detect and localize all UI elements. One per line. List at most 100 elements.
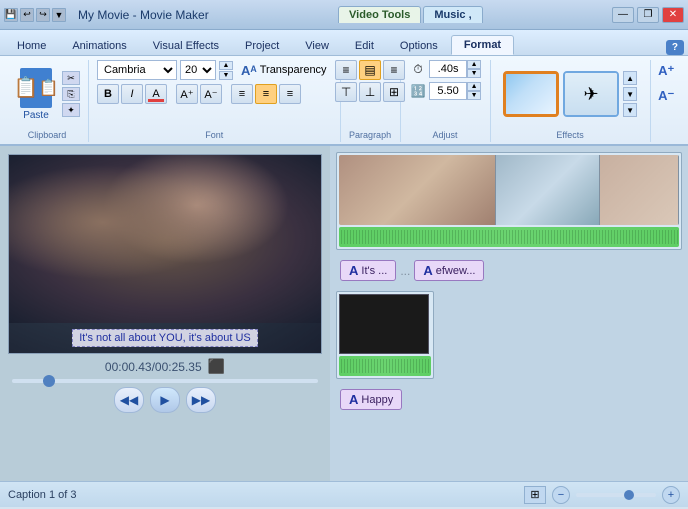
window-title: My Movie - Movie Maker — [78, 8, 209, 22]
val-up-arrow[interactable]: ▲ — [467, 82, 481, 91]
film-frame-1 — [339, 155, 496, 225]
caption-block-3[interactable]: A Happy — [340, 389, 402, 410]
caption-block-2[interactable]: A efwew... — [414, 260, 484, 281]
copy-icon[interactable]: ⎘ — [62, 87, 80, 101]
zoom-slider[interactable] — [576, 493, 656, 497]
video-image — [9, 155, 321, 323]
font-size-down[interactable]: ▼ — [219, 71, 233, 80]
restore-button[interactable]: ❐ — [637, 7, 659, 23]
prev-frame-button[interactable]: ◀◀ — [114, 387, 144, 413]
tab-options[interactable]: Options — [387, 36, 451, 55]
font-size-up[interactable]: ▲ — [219, 61, 233, 70]
redo-btn[interactable]: ↪ — [36, 8, 50, 22]
video-caption: It's not all about YOU, it's about US — [72, 329, 258, 347]
align-left-btn[interactable]: ≡ — [231, 84, 253, 104]
time-down-arrow[interactable]: ▼ — [467, 69, 481, 78]
adjust-row1: ⏱ ▲ ▼ — [409, 60, 481, 78]
align-right-btn[interactable]: ≡ — [279, 84, 301, 104]
strip-row-2 — [336, 291, 682, 379]
para-btn1[interactable]: ≡ — [335, 60, 357, 80]
tab-view[interactable]: View — [292, 36, 342, 55]
tab-project[interactable]: Project — [232, 36, 292, 55]
para-btn5[interactable]: ⊥ — [359, 82, 381, 102]
para-btn2[interactable]: ▤ — [359, 60, 381, 80]
caption-a-icon-1: A — [349, 263, 358, 278]
cut-icon[interactable]: ✂ — [62, 71, 80, 85]
time-up-arrow[interactable]: ▲ — [467, 60, 481, 69]
tab-music[interactable]: Music , — [423, 6, 482, 23]
para-btn4[interactable]: ⊤ — [335, 82, 357, 102]
font-color-btn[interactable]: A — [145, 84, 167, 104]
effects-scroll-down[interactable]: ▼ — [623, 103, 637, 117]
text-shrink-btn[interactable]: A⁻ — [653, 85, 679, 107]
caption-ellipsis: ... — [400, 264, 410, 278]
paste-icon: 📋 — [20, 68, 52, 108]
titlebar: 💾 ↩ ↪ ▼ My Movie - Movie Maker Video Too… — [0, 0, 688, 30]
timecode-text: 00:00.43/00:25.35 — [105, 360, 202, 374]
adjust-row2: 🔢 ▲ ▼ — [409, 82, 481, 100]
text-grow-btn[interactable]: A⁺ — [653, 60, 679, 82]
transparency-label: Transparency — [260, 64, 327, 76]
zoom-slider-thumb[interactable] — [624, 490, 634, 500]
align-center-btn[interactable]: ≡ — [255, 84, 277, 104]
zoom-out-btn[interactable]: − — [552, 486, 570, 504]
waveform-top — [339, 227, 679, 247]
tab-home[interactable]: Home — [4, 36, 59, 55]
statusbar: Caption 1 of 3 ⊞ − + — [0, 481, 688, 507]
right-panel: A It's ... ... A efwew... A Happy — [330, 146, 688, 481]
paste-button[interactable]: 📋 Paste — [14, 66, 58, 123]
save-btn[interactable]: 💾 — [4, 8, 18, 22]
play-button[interactable]: ▶ — [150, 387, 180, 413]
transparency-button[interactable]: Aᴬ Transparency — [236, 60, 332, 80]
tab-visual-effects[interactable]: Visual Effects — [140, 36, 232, 55]
adjust-time-input[interactable] — [429, 60, 467, 78]
tab-video-tools[interactable]: Video Tools — [338, 6, 421, 23]
font-size-select[interactable]: 20 — [180, 60, 216, 80]
adjust-val-input[interactable] — [429, 82, 467, 100]
screen-mode-btn[interactable]: ⊞ — [524, 486, 546, 504]
seek-thumb[interactable] — [43, 375, 55, 387]
waveform-bottom — [339, 356, 431, 376]
seek-bar[interactable] — [12, 379, 318, 383]
close-button[interactable]: ✕ — [662, 7, 684, 23]
controls-row: ◀◀ ▶ ▶▶ — [8, 387, 322, 413]
plane-icon: ✈ — [584, 84, 599, 105]
minimize-button[interactable]: — — [612, 7, 634, 23]
bold-button[interactable]: B — [97, 84, 119, 104]
undo-btn[interactable]: ↩ — [20, 8, 34, 22]
window-controls-left: 💾 ↩ ↪ ▼ — [4, 8, 66, 22]
adjust-arrows2: ▲ ▼ — [467, 82, 481, 100]
clipboard-label: Clipboard — [6, 130, 88, 140]
effects-expand[interactable]: ▼ — [623, 87, 637, 101]
tab-animations[interactable]: Animations — [59, 36, 139, 55]
caption-block-1[interactable]: A It's ... — [340, 260, 396, 281]
transparency-icon: Aᴬ — [241, 63, 257, 78]
seek-bar-container — [8, 379, 322, 383]
caption-strip-2: A Happy — [336, 385, 682, 414]
ribbon-group-clipboard: 📋 Paste ✂ ⎘ ✦ Clipboard — [6, 60, 89, 142]
caption-strip: A It's ... ... A efwew... — [336, 256, 682, 285]
status-right: ⊞ − + — [524, 486, 680, 504]
italic-button[interactable]: I — [121, 84, 143, 104]
tab-format[interactable]: Format — [451, 35, 514, 55]
help-button[interactable]: ? — [666, 40, 684, 55]
caption-text-1: It's ... — [361, 265, 387, 277]
adjust-spinbox1: ▲ ▼ — [429, 60, 481, 78]
font-grow-btn[interactable]: A⁺ — [176, 84, 198, 104]
dropdown-btn[interactable]: ▼ — [52, 8, 66, 22]
status-text: Caption 1 of 3 — [8, 489, 77, 501]
font-shrink-btn[interactable]: A⁻ — [200, 84, 222, 104]
format-paint-icon[interactable]: ✦ — [62, 103, 80, 117]
next-frame-button[interactable]: ▶▶ — [186, 387, 216, 413]
window-buttons: — ❐ ✕ — [612, 7, 684, 23]
zoom-in-btn[interactable]: + — [662, 486, 680, 504]
effect-thumb-1[interactable] — [503, 71, 559, 117]
ribbon-group-adjust: ⏱ ▲ ▼ 🔢 ▲ ▼ — [401, 60, 491, 142]
number-icon: 🔢 — [409, 82, 427, 100]
effects-scroll-up[interactable]: ▲ — [623, 71, 637, 85]
val-down-arrow[interactable]: ▼ — [467, 91, 481, 100]
font-family-select[interactable]: Cambria — [97, 60, 177, 80]
tab-edit[interactable]: Edit — [342, 36, 387, 55]
expand-icon[interactable]: ⬛ — [208, 358, 225, 375]
effect-thumb-2[interactable]: ✈ — [563, 71, 619, 117]
